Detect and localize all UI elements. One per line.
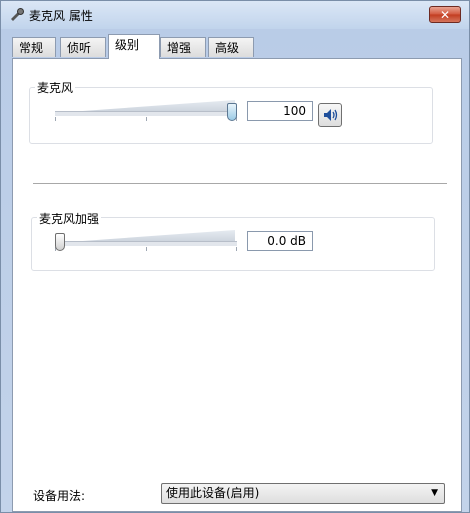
tab-listen[interactable]: 侦听 — [60, 37, 106, 57]
slider-tick — [146, 247, 147, 251]
tab-levels[interactable]: 级别 — [108, 34, 160, 59]
slider-tick — [236, 247, 237, 251]
slider-tick — [55, 117, 56, 121]
properties-window: 麦克风 属性 ✕ 常规 侦听 级别 增强 高级 麦克风 100 麦克风加强 0.… — [0, 0, 470, 513]
levels-panel: 麦克风 100 麦克风加强 0.0 dB 设备用法: 使用此设备(启用) ▼ — [12, 58, 462, 512]
tab-general[interactable]: 常规 — [12, 37, 56, 57]
boost-level-value[interactable]: 0.0 dB — [247, 231, 313, 251]
tab-strip: 常规 侦听 级别 增强 高级 — [12, 34, 462, 59]
speaker-icon — [319, 109, 341, 129]
title-bar[interactable]: 麦克风 属性 ✕ — [1, 1, 469, 29]
chevron-down-icon: ▼ — [431, 488, 438, 498]
close-button[interactable]: ✕ — [429, 6, 461, 23]
tab-advanced[interactable]: 高级 — [208, 37, 254, 57]
device-usage-label: 设备用法: — [33, 489, 86, 503]
device-usage-select[interactable]: 使用此设备(启用) ▼ — [161, 483, 445, 504]
microphone-level-value[interactable]: 100 — [247, 101, 313, 121]
microphone-slider-thumb[interactable] — [227, 103, 237, 121]
section-divider — [33, 183, 447, 184]
mute-toggle-button[interactable] — [318, 103, 342, 127]
microphone-app-icon — [9, 7, 25, 23]
tab-enhancements[interactable]: 增强 — [160, 37, 206, 57]
boost-slider[interactable] — [55, 229, 241, 251]
boost-label: 麦克风加强 — [37, 210, 102, 227]
window-title: 麦克风 属性 — [29, 9, 93, 23]
close-icon: ✕ — [439, 8, 451, 22]
microphone-slider-track — [55, 111, 237, 116]
microphone-slider[interactable] — [55, 99, 241, 121]
slider-tick — [146, 117, 147, 121]
device-usage-selected: 使用此设备(启用) — [166, 486, 260, 500]
microphone-label: 麦克风 — [35, 79, 76, 96]
boost-slider-thumb[interactable] — [55, 233, 65, 251]
boost-slider-track — [55, 241, 237, 246]
